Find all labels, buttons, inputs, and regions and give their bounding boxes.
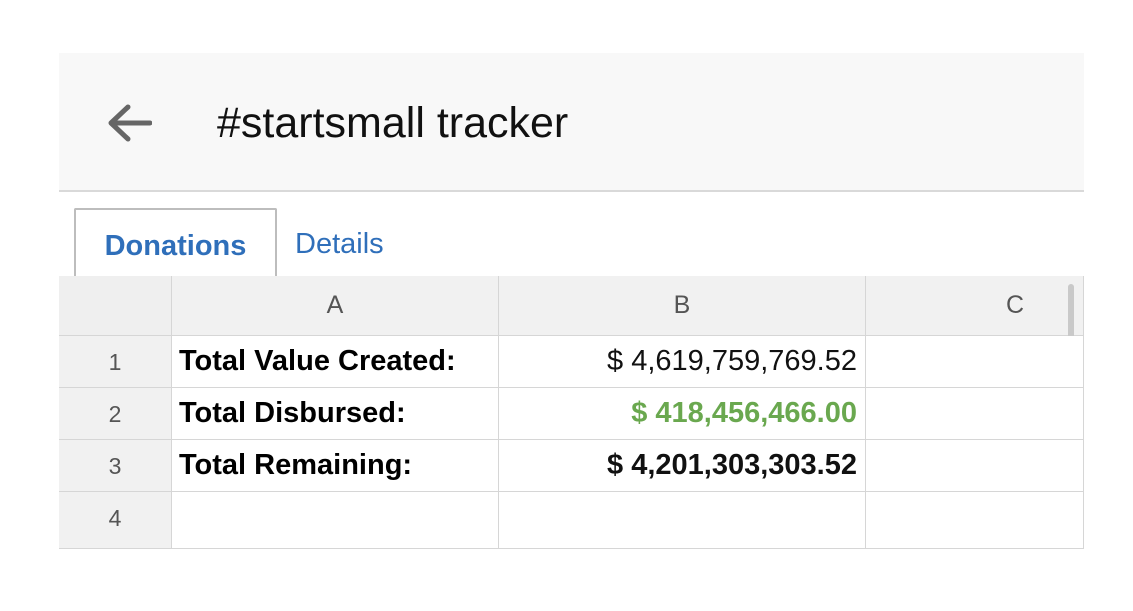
spreadsheet-grid: A B C 1 Total Value Created: $ 4,619,759… — [59, 276, 1084, 549]
cell-c2[interactable] — [866, 388, 1084, 440]
cell-a3[interactable]: Total Remaining: — [172, 440, 499, 492]
arrow-left-icon — [108, 104, 152, 142]
row-header-1[interactable]: 1 — [59, 336, 172, 388]
cell-a1[interactable]: Total Value Created: — [172, 336, 499, 388]
tab-details[interactable]: Details — [295, 208, 384, 274]
back-button[interactable] — [103, 97, 155, 149]
cell-a2[interactable]: Total Disbursed: — [172, 388, 499, 440]
row-header-4[interactable]: 4 — [59, 492, 172, 549]
cell-b4[interactable] — [499, 492, 866, 549]
spreadsheet-app: #startsmall tracker Donations Details A … — [59, 53, 1084, 549]
cell-c1[interactable] — [866, 336, 1084, 388]
select-all-corner[interactable] — [59, 276, 172, 336]
cell-b1[interactable]: $ 4,619,759,769.52 — [499, 336, 866, 388]
app-bar: #startsmall tracker — [59, 53, 1084, 192]
cell-b3[interactable]: $ 4,201,303,303.52 — [499, 440, 866, 492]
row-header-3[interactable]: 3 — [59, 440, 172, 492]
column-header-b[interactable]: B — [499, 276, 866, 336]
row-header-2[interactable]: 2 — [59, 388, 172, 440]
cell-a4[interactable] — [172, 492, 499, 549]
cell-b2[interactable]: $ 418,456,466.00 — [499, 388, 866, 440]
column-header-a[interactable]: A — [172, 276, 499, 336]
page-title: #startsmall tracker — [217, 99, 569, 147]
column-header-c[interactable]: C — [866, 276, 1084, 336]
sheet-tabs: Donations Details — [59, 192, 1084, 278]
cell-c3[interactable] — [866, 440, 1084, 492]
tab-donations[interactable]: Donations — [74, 208, 277, 278]
cell-c4[interactable] — [866, 492, 1084, 549]
